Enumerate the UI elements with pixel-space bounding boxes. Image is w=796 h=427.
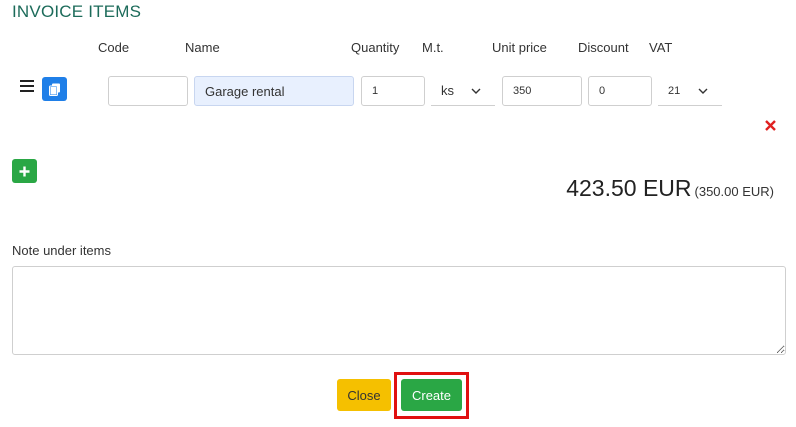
column-header-unit-price: Unit price (492, 40, 547, 55)
column-header-quantity: Quantity (351, 40, 400, 55)
item-name-input[interactable]: Garage rental (194, 76, 354, 106)
item-vat-value: 21 (668, 84, 681, 97)
close-button[interactable]: Close (337, 379, 391, 411)
plus-icon (19, 166, 30, 176)
create-button[interactable]: Create (401, 379, 462, 411)
note-textarea[interactable] (12, 266, 786, 355)
section-title: INVOICE ITEMS (12, 2, 142, 21)
close-icon (765, 120, 776, 131)
add-item-button[interactable] (12, 159, 37, 183)
item-discount-input[interactable]: 0 (588, 76, 652, 106)
note-label: Note under items (12, 243, 111, 258)
copy-icon (48, 83, 60, 96)
item-quantity-input[interactable]: 1 (361, 76, 425, 106)
column-header-name: Name (185, 40, 220, 55)
invoice-total: 423.50 EUR (350.00 EUR) (566, 175, 774, 202)
column-header-vat: VAT (649, 40, 673, 55)
column-header-unit: M.t. (422, 40, 444, 55)
total-gross: 423.50 EUR (566, 175, 692, 201)
column-header-discount: Discount (578, 40, 629, 55)
remove-item-button[interactable] (765, 120, 776, 134)
column-header-code: Code (98, 40, 130, 55)
item-unit-price-input[interactable]: 350 (502, 76, 582, 106)
copy-item-button[interactable] (42, 77, 67, 101)
chevron-down-icon (471, 88, 481, 94)
item-vat-select[interactable]: 21 (658, 76, 722, 106)
item-unit-value: ks (441, 83, 454, 98)
chevron-down-icon (698, 88, 708, 94)
total-net: (350.00 EUR) (694, 184, 774, 199)
hamburger-icon[interactable] (20, 80, 34, 92)
item-unit-select[interactable]: ks (431, 76, 495, 106)
item-code-input[interactable] (108, 76, 188, 106)
